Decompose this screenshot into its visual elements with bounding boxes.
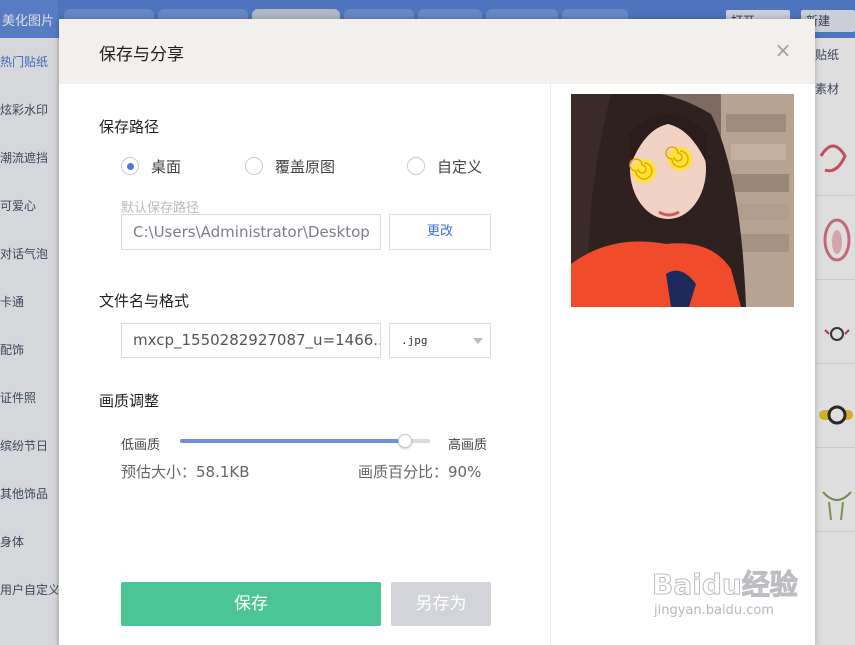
quality-section-title: 画质调整 bbox=[99, 392, 160, 410]
filename-input[interactable]: mxcp_1550282927087_u=1466... bbox=[121, 323, 381, 358]
estimated-size-text: 预估大小：58.1KB bbox=[121, 463, 250, 481]
radio-label: 桌面 bbox=[151, 157, 182, 176]
save-path-input[interactable]: C:\Users\Administrator\Desktop bbox=[121, 214, 381, 250]
radio-unchecked-icon[interactable] bbox=[407, 157, 425, 175]
dialog-title: 保存与分享 bbox=[99, 45, 184, 65]
save-share-dialog: 保存与分享 × 保存路径 桌面 覆盖原图 自定义 默认保存路径 C:\Users… bbox=[59, 19, 815, 645]
quality-slider-fill bbox=[180, 439, 405, 443]
format-value: .jpg bbox=[401, 334, 428, 347]
radio-unchecked-icon[interactable] bbox=[245, 157, 263, 175]
low-quality-label: 低画质 bbox=[121, 438, 161, 453]
change-path-button[interactable]: 更改 bbox=[389, 214, 491, 250]
baidu-watermark: Baidu经验 jingyan.baidu.com bbox=[652, 563, 812, 633]
close-icon[interactable]: × bbox=[773, 39, 793, 61]
watermark-brand: Baidu经验 bbox=[652, 568, 799, 602]
dialog-header: 保存与分享 × bbox=[59, 19, 815, 84]
image-preview bbox=[571, 94, 794, 307]
radio-checked-icon[interactable] bbox=[121, 157, 139, 175]
save-as-button[interactable]: 另存为 bbox=[391, 582, 491, 626]
radio-label: 覆盖原图 bbox=[275, 157, 336, 176]
quality-slider[interactable] bbox=[180, 434, 430, 448]
save-path-title: 保存路径 bbox=[99, 118, 160, 136]
save-button[interactable]: 保存 bbox=[121, 582, 381, 626]
format-select[interactable]: .jpg bbox=[389, 323, 491, 358]
quality-percent-text: 画质百分比：90% bbox=[358, 463, 482, 481]
high-quality-label: 高画质 bbox=[448, 438, 488, 453]
radio-overwrite[interactable]: 覆盖原图 bbox=[245, 156, 335, 176]
radio-custom[interactable]: 自定义 bbox=[407, 156, 482, 176]
file-section-title: 文件名与格式 bbox=[99, 292, 190, 310]
vertical-divider bbox=[550, 84, 551, 645]
radio-desktop[interactable]: 桌面 bbox=[121, 156, 181, 176]
radio-label: 自定义 bbox=[437, 157, 483, 176]
watermark-url: jingyan.baidu.com bbox=[654, 603, 774, 618]
chevron-down-icon bbox=[473, 338, 483, 344]
quality-slider-handle[interactable] bbox=[398, 434, 412, 448]
